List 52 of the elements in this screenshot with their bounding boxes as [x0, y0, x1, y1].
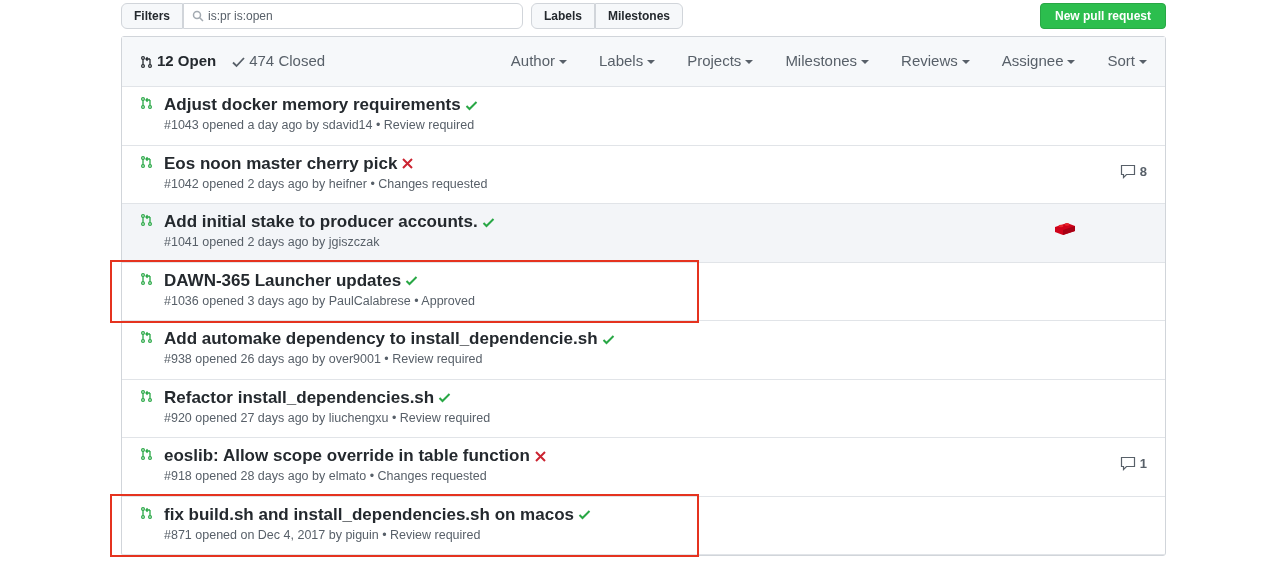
pull-request-icon	[140, 153, 153, 170]
pull-request-title[interactable]: Refactor install_dependencies.sh	[164, 386, 435, 409]
pull-request-icon	[140, 212, 153, 228]
pull-request-title[interactable]: Add initial stake to producer accounts.	[164, 211, 478, 233]
comment-icon	[1119, 163, 1136, 179]
pull-request-meta: #1043 opened a day ago by sdavid14 • Review required	[164, 117, 476, 134]
pull-request-icon	[140, 504, 153, 521]
pull-request-title[interactable]: Add automake dependency to install_dependencie.sh	[164, 328, 598, 350]
pull-request-icon	[140, 95, 153, 111]
caret-icon	[961, 60, 970, 65]
pull-request-icon	[140, 446, 153, 462]
filter-dropdown[interactable]: Author	[510, 50, 567, 73]
pull-request-meta: #1042 opened 2 days ago by heifner • Changes requested	[164, 175, 488, 193]
pull-request-meta: #918 opened 28 days ago by elmato • Changes requested	[164, 468, 488, 485]
state-tab[interactable]: 12 Open	[140, 50, 217, 73]
search-icon	[192, 10, 204, 22]
pull-request-title[interactable]: eoslib: Allow scope override in table function	[164, 445, 530, 467]
comment-count[interactable]: 1	[1119, 454, 1147, 474]
pull-request-meta: #871 opened on Dec 4, 2017 by piguin • Review required	[164, 526, 482, 544]
filter-dropdown[interactable]: Milestones	[785, 50, 870, 73]
pull-request-meta: #938 opened 26 days ago by over9001 • Review required	[164, 351, 484, 368]
comment-count[interactable]: 8	[1119, 161, 1147, 181]
pull-request-meta: #1041 opened 2 days ago by jgiszczak	[164, 234, 381, 251]
comment-icon	[1119, 456, 1136, 472]
toolbar-link[interactable]: Milestones	[595, 3, 684, 29]
pull-request-icon	[140, 270, 153, 287]
pull-request-icon	[140, 329, 153, 345]
filters-button[interactable]: Filters	[121, 3, 183, 29]
brick-icon	[1054, 221, 1076, 235]
filter-dropdown[interactable]: Reviews	[901, 50, 970, 73]
pull-request-icon	[140, 53, 153, 70]
toolbar-link[interactable]: Labels	[531, 3, 596, 29]
filter-dropdown[interactable]: Sort	[1107, 50, 1147, 73]
pull-request-title[interactable]: Adjust docker memory requirements	[164, 94, 461, 116]
filter-dropdown[interactable]: Projects	[687, 50, 754, 73]
caret-icon	[1139, 60, 1147, 65]
caret-icon	[745, 60, 754, 65]
pull-request-meta: #920 opened 27 days ago by liuchengxu • Review required	[164, 409, 491, 427]
filter-dropdown[interactable]: Labels	[599, 50, 656, 73]
pull-request-title[interactable]: Eos noon master cherry pick	[164, 152, 398, 175]
caret-icon	[1067, 60, 1076, 65]
pull-request-title[interactable]: DAWN-365 Launcher updates	[164, 269, 402, 292]
search-field[interactable]: is:pr is:open	[183, 3, 523, 29]
state-tab[interactable]: 474 Closed	[232, 50, 326, 73]
caret-icon	[647, 60, 656, 65]
caret-icon	[861, 60, 870, 65]
pull-request-title[interactable]: fix build.sh and install_dependencies.sh on macos	[164, 503, 574, 526]
pull-request-meta: #1036 opened 3 days ago by PaulCalabrese • Approved	[164, 292, 475, 310]
check-icon	[232, 55, 246, 68]
pull-request-icon	[140, 387, 153, 404]
caret-icon	[559, 60, 567, 65]
filter-dropdown[interactable]: Assignee	[1001, 50, 1076, 73]
